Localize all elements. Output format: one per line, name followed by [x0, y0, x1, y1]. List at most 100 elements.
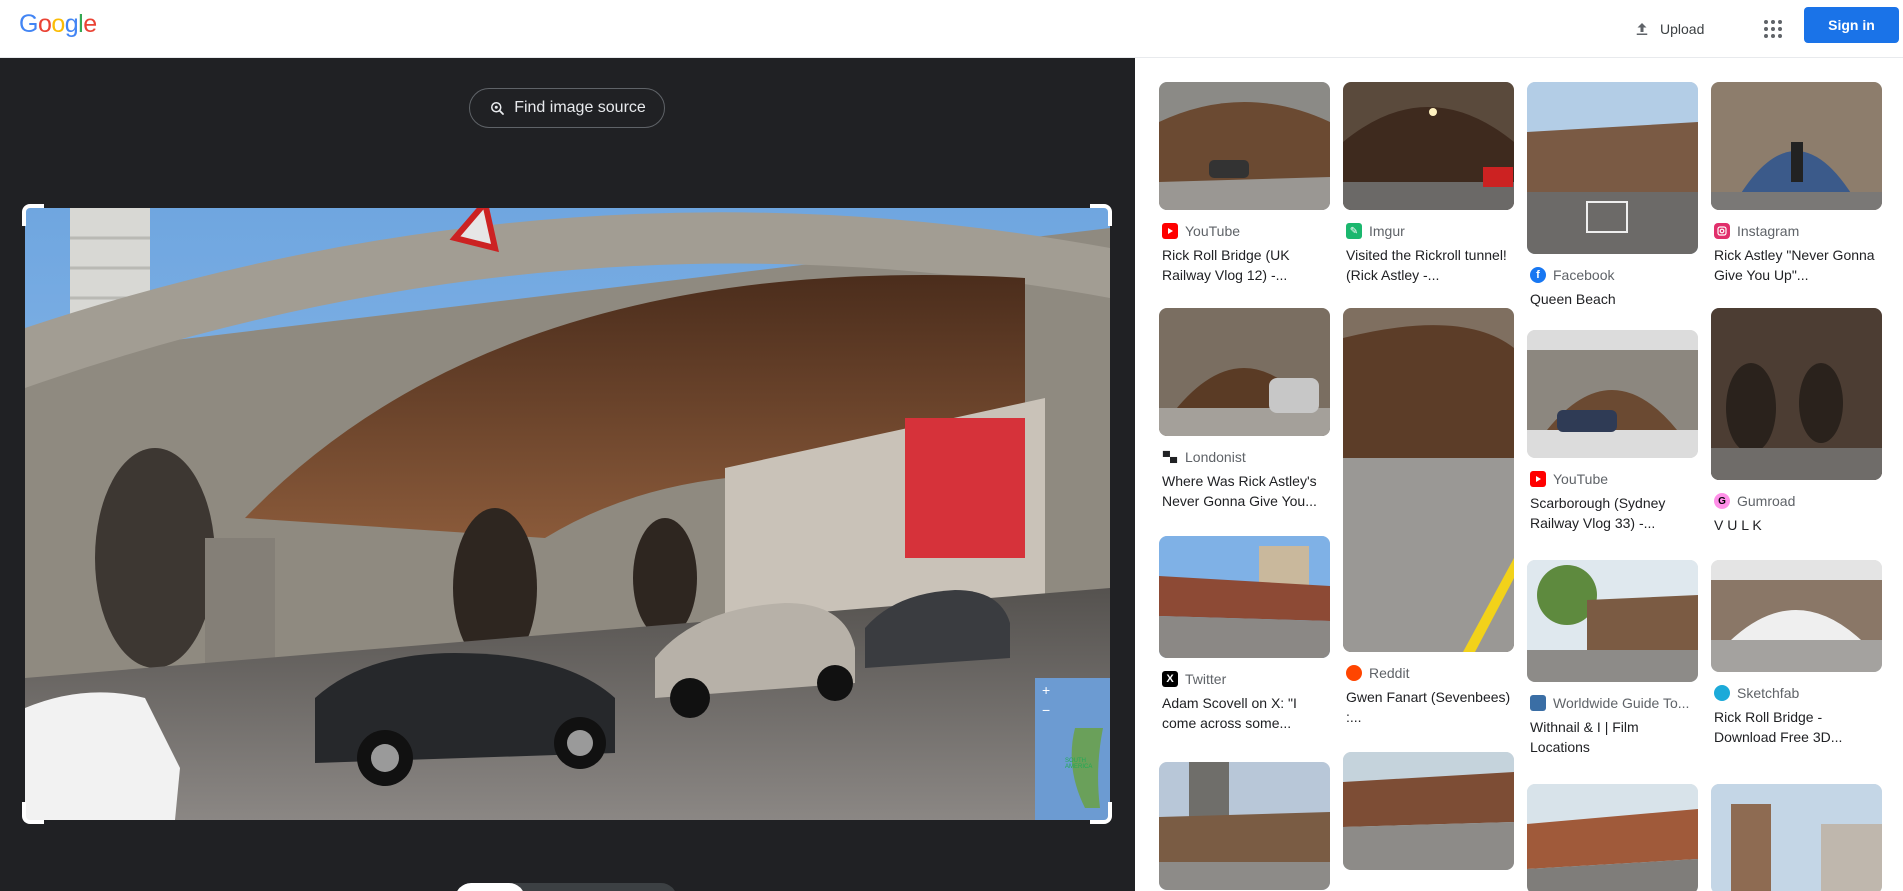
- result-thumbnail[interactable]: [1343, 752, 1514, 870]
- find-image-source-label: Find image source: [514, 99, 646, 116]
- result-thumbnail[interactable]: [1159, 762, 1330, 890]
- result-title[interactable]: Rick Roll Bridge (UK Railway Vlog 12) -.…: [1159, 245, 1330, 285]
- result-source[interactable]: YouTube: [1159, 222, 1330, 240]
- result-title[interactable]: Rick Roll Bridge - Download Free 3D...: [1711, 707, 1882, 747]
- result-thumbnail[interactable]: [1711, 784, 1882, 891]
- top-bar: Google Upload Sign in: [0, 0, 1903, 58]
- result-card[interactable]: [1343, 752, 1514, 870]
- result-card[interactable]: ✎ Imgur Visited the Rickroll tunnel! (Ri…: [1343, 82, 1514, 285]
- query-image[interactable]: + − SOUTH AMERICA: [25, 208, 1110, 820]
- upload-label: Upload: [1660, 21, 1705, 37]
- map-zoom-out-button[interactable]: −: [1042, 702, 1050, 718]
- sketchfab-icon: [1714, 685, 1730, 701]
- visual-matches: YouTube Rick Roll Bridge (UK Railway Vlo…: [1135, 58, 1903, 891]
- result-source[interactable]: YouTube: [1527, 470, 1698, 488]
- result-card[interactable]: [1711, 784, 1882, 891]
- result-thumbnail[interactable]: [1711, 82, 1882, 210]
- result-card[interactable]: Worldwide Guide To... Withnail & I | Fil…: [1527, 560, 1698, 757]
- result-card[interactable]: f Facebook Queen Beach: [1527, 82, 1698, 309]
- result-thumbnail[interactable]: [1527, 330, 1698, 458]
- result-title[interactable]: Adam Scovell on X: "I come across some..…: [1159, 693, 1330, 733]
- result-title[interactable]: Scarborough (Sydney Railway Vlog 33) -..…: [1527, 493, 1698, 533]
- result-title[interactable]: Visited the Rickroll tunnel! (Rick Astle…: [1343, 245, 1514, 285]
- result-thumbnail[interactable]: [1527, 82, 1698, 254]
- crop-handle-top-right[interactable]: [1090, 204, 1112, 226]
- result-title[interactable]: Withnail & I | Film Locations: [1527, 717, 1698, 757]
- result-card[interactable]: X Twitter Adam Scovell on X: "I come acr…: [1159, 536, 1330, 733]
- result-card[interactable]: Instagram Rick Astley "Never Gonna Give …: [1711, 82, 1882, 285]
- map-zoom-in-button[interactable]: +: [1042, 682, 1050, 698]
- result-source[interactable]: Reddit: [1343, 664, 1514, 682]
- facebook-icon: f: [1530, 267, 1546, 283]
- result-source-label: Sketchfab: [1737, 685, 1800, 701]
- imgur-icon: ✎: [1346, 223, 1362, 239]
- result-source-label: Reddit: [1369, 665, 1410, 681]
- mode-tabs: [455, 883, 677, 891]
- result-source-label: Londonist: [1185, 449, 1246, 465]
- logo-letter: G: [19, 10, 38, 38]
- result-source-label: Gumroad: [1737, 493, 1796, 509]
- result-card[interactable]: G Gumroad V U L K: [1711, 308, 1882, 535]
- result-source[interactable]: G Gumroad: [1711, 492, 1882, 510]
- result-source[interactable]: Sketchfab: [1711, 684, 1882, 702]
- result-source[interactable]: ✎ Imgur: [1343, 222, 1514, 240]
- upload-button[interactable]: Upload: [1629, 12, 1714, 46]
- result-title[interactable]: Queen Beach: [1527, 289, 1698, 309]
- crop-handle-bottom-right[interactable]: [1090, 802, 1112, 824]
- result-card[interactable]: YouTube Rick Roll Bridge (UK Railway Vlo…: [1159, 82, 1330, 285]
- instagram-icon: [1714, 223, 1730, 239]
- result-thumbnail[interactable]: [1711, 560, 1882, 672]
- google-apps-icon[interactable]: [1756, 12, 1790, 46]
- upload-icon: [1636, 23, 1648, 35]
- logo-letter: g: [64, 10, 79, 38]
- result-source-label: YouTube: [1553, 471, 1609, 487]
- youtube-icon: [1162, 223, 1178, 239]
- result-card[interactable]: [1527, 784, 1698, 891]
- result-card[interactable]: ▀▄ Londonist Where Was Rick Astley's Nev…: [1159, 308, 1330, 511]
- result-title[interactable]: Rick Astley "Never Gonna Give You Up"...: [1711, 245, 1882, 285]
- result-title[interactable]: Gwen Fanart (Sevenbees) :...: [1343, 687, 1514, 727]
- logo-letter: o: [37, 10, 52, 38]
- google-logo[interactable]: Google: [19, 10, 97, 39]
- tab-active[interactable]: [455, 883, 525, 891]
- crop-handle-bottom-left[interactable]: [22, 802, 44, 824]
- result-source-label: Facebook: [1553, 267, 1615, 283]
- result-title[interactable]: Where Was Rick Astley's Never Gonna Give…: [1159, 471, 1330, 511]
- map-region-label: SOUTH AMERICA: [1065, 758, 1093, 770]
- result-thumbnail[interactable]: [1159, 82, 1330, 210]
- result-thumbnail[interactable]: [1343, 308, 1514, 652]
- result-card[interactable]: YouTube Scarborough (Sydney Railway Vlog…: [1527, 330, 1698, 533]
- result-source-label: Worldwide Guide To...: [1553, 695, 1690, 711]
- youtube-icon: [1530, 471, 1546, 487]
- result-card[interactable]: Sketchfab Rick Roll Bridge - Download Fr…: [1711, 560, 1882, 747]
- gumroad-icon: G: [1714, 493, 1730, 509]
- result-source[interactable]: Worldwide Guide To...: [1527, 694, 1698, 712]
- result-source[interactable]: f Facebook: [1527, 266, 1698, 284]
- result-source[interactable]: X Twitter: [1159, 670, 1330, 688]
- logo-letter: o: [51, 10, 65, 38]
- londonist-icon: ▀▄: [1162, 451, 1178, 463]
- image-viewer-panel: Find image source + − SOUTH AMERICA: [0, 58, 1135, 891]
- result-thumbnail[interactable]: [1343, 82, 1514, 210]
- result-card[interactable]: Reddit Gwen Fanart (Sevenbees) :...: [1343, 308, 1514, 727]
- result-thumbnail[interactable]: [1159, 308, 1330, 436]
- lens-search-icon: [491, 102, 505, 115]
- sign-in-button[interactable]: Sign in: [1804, 7, 1899, 43]
- result-thumbnail[interactable]: [1527, 784, 1698, 891]
- result-source[interactable]: Instagram: [1711, 222, 1882, 240]
- result-thumbnail[interactable]: [1159, 536, 1330, 658]
- result-thumbnail[interactable]: [1527, 560, 1698, 682]
- result-source-label: Instagram: [1737, 223, 1800, 239]
- result-source-label: YouTube: [1185, 223, 1241, 239]
- crop-handle-top-left[interactable]: [22, 204, 44, 226]
- result-source-label: Twitter: [1185, 671, 1227, 687]
- result-source-label: Imgur: [1369, 223, 1405, 239]
- reddit-icon: [1346, 665, 1362, 681]
- logo-letter: e: [83, 10, 97, 38]
- find-image-source-button[interactable]: Find image source: [469, 88, 665, 128]
- result-source[interactable]: ▀▄ Londonist: [1159, 448, 1330, 466]
- x-icon: X: [1162, 671, 1178, 687]
- result-card[interactable]: [1159, 762, 1330, 890]
- result-title[interactable]: V U L K: [1711, 515, 1882, 535]
- result-thumbnail[interactable]: [1711, 308, 1882, 480]
